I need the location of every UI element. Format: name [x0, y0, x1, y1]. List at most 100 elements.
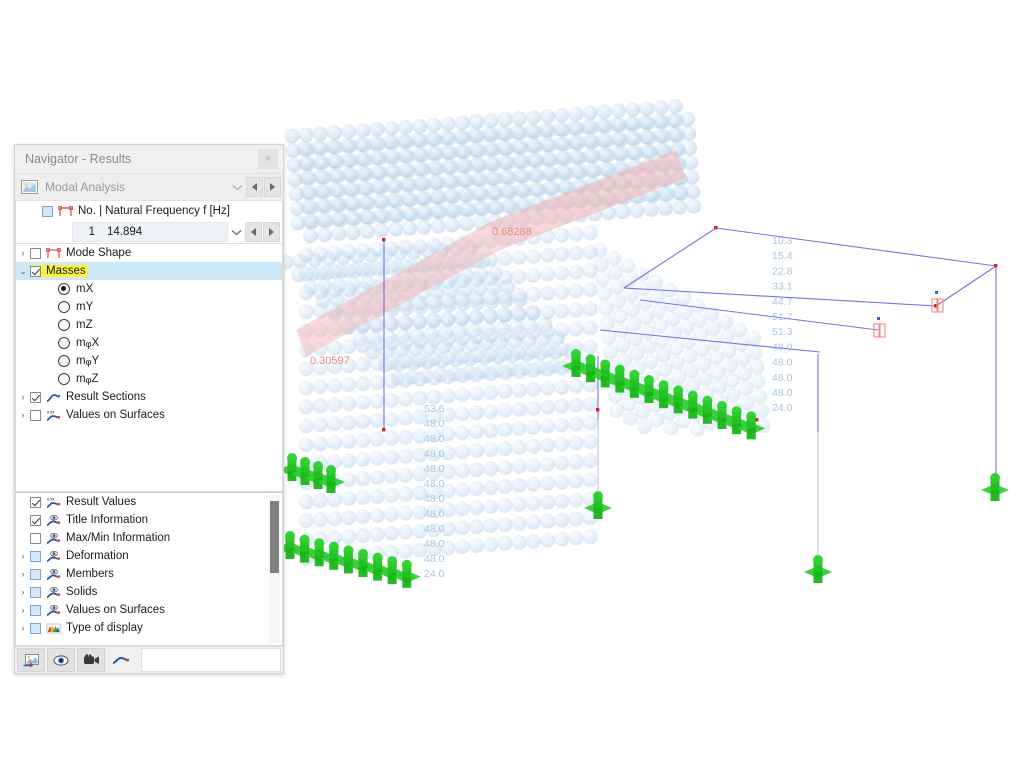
tree-item-mx[interactable]: mX	[16, 280, 282, 298]
checkbox-values-on-surfaces-2[interactable]	[30, 604, 41, 616]
checkbox-members[interactable]	[30, 568, 41, 580]
value-label: 48.0	[424, 508, 445, 520]
diagram-icon[interactable]	[107, 648, 135, 672]
tree-item-mphiz[interactable]: mφZ	[16, 370, 282, 388]
tree-item-label: Solids	[66, 586, 98, 598]
checkbox-mode-shape[interactable]	[30, 247, 41, 259]
next-case-button[interactable]	[264, 177, 281, 197]
radio-mphix[interactable]	[58, 337, 70, 349]
tree-item-result-values[interactable]: x.xx Result Values	[16, 493, 282, 511]
expander-icon[interactable]: ›	[16, 410, 30, 420]
tree-item-values-on-surfaces[interactable]: › x.xx Values on Surfaces	[16, 406, 282, 424]
tree-item-mode-shape[interactable]: › Mode Shape	[16, 244, 282, 262]
value-label: 44.7	[772, 296, 793, 308]
radio-mx[interactable]	[58, 283, 70, 295]
close-icon[interactable]: ×	[258, 149, 278, 169]
expander-icon[interactable]: ›	[16, 392, 30, 402]
tree-item-members[interactable]: › Members	[16, 565, 282, 583]
next-mode-button[interactable]	[263, 222, 280, 242]
frequency-header-checkbox[interactable]	[42, 205, 53, 217]
checkbox-masses[interactable]	[30, 265, 41, 277]
load-case-selector[interactable]: Modal Analysis	[15, 173, 283, 201]
checkbox-result-sections[interactable]	[30, 391, 41, 403]
frequency-header-label: No. | Natural Frequency f [Hz]	[78, 205, 230, 217]
value-label: 24.0	[424, 568, 445, 580]
navigator-results-panel[interactable]: Navigator - Results × Modal Analysis No.…	[14, 144, 284, 674]
tree-item-core: mφZ	[58, 373, 98, 385]
value-label: 48.0	[424, 448, 445, 460]
tree-scrollbar[interactable]	[269, 495, 280, 643]
checkbox-result-values[interactable]	[30, 496, 41, 508]
tree-item-core: mY	[58, 301, 93, 313]
svg-text:x.xx: x.xx	[47, 409, 55, 414]
tree-item-masses[interactable]: ⌄ Masses	[16, 262, 282, 280]
tree-item-values-on-surfaces-2[interactable]: › Values on Surfaces	[16, 601, 282, 619]
frequency-nav[interactable]	[228, 222, 280, 242]
expander-icon[interactable]: ›	[16, 248, 30, 258]
results-image-icon[interactable]	[17, 648, 45, 672]
checkbox-deformation[interactable]	[30, 550, 41, 562]
expander-icon[interactable]: ›	[16, 551, 30, 561]
radio-mphiz[interactable]	[58, 373, 70, 385]
eye-diagram-icon	[46, 604, 61, 616]
expander-icon[interactable]: ⌄	[16, 266, 30, 277]
tree-item-core: x.xx Result Values	[30, 496, 136, 509]
value-label: 48.0	[424, 553, 445, 565]
tree-item-type-of-display[interactable]: › Type of display	[16, 619, 282, 637]
tree-item-label: Type of display	[66, 622, 143, 634]
results-tree[interactable]: › Mode Shape ⌄ Masses mX mY mZ mφX mφY mφZ › Result…	[15, 243, 283, 492]
tree-item-solids[interactable]: › Solids	[16, 583, 282, 601]
expander-icon[interactable]: ›	[16, 569, 30, 579]
value-label: 48.0	[772, 387, 793, 399]
value-label: 24.0	[772, 402, 793, 414]
checkbox-type-of-display[interactable]	[30, 622, 41, 634]
camera-icon[interactable]	[77, 648, 105, 672]
tree-item-my[interactable]: mY	[16, 298, 282, 316]
tree-item-mz[interactable]: mZ	[16, 316, 282, 334]
chevron-down-icon[interactable]	[229, 178, 245, 196]
checkbox-values-on-surfaces[interactable]	[30, 409, 41, 421]
modal-analysis-icon	[21, 179, 38, 194]
eye-diagram-icon	[46, 586, 61, 598]
radio-mz[interactable]	[58, 319, 70, 331]
tree-item-label: mZ	[76, 319, 93, 331]
value-label: 51.3	[772, 326, 793, 338]
navigator-toolbar[interactable]	[15, 646, 283, 673]
tree-item-max-min-information[interactable]: Max/Min Information	[16, 529, 282, 547]
frequency-value-row[interactable]: 1 14.894	[16, 221, 282, 243]
load-case-nav[interactable]	[229, 177, 281, 197]
eye-diagram-icon	[46, 550, 61, 562]
svg-text:x.xx: x.xx	[47, 496, 55, 501]
prev-case-button[interactable]	[246, 177, 263, 197]
drop-lines	[597, 420, 819, 566]
expander-icon[interactable]: ›	[16, 605, 30, 615]
expander-icon[interactable]: ›	[16, 587, 30, 597]
display-options-tree[interactable]: x.xx Result Values Title Information Max/Mi…	[15, 492, 283, 646]
tree-item-label: Max/Min Information	[66, 532, 171, 544]
checkbox-solids[interactable]	[30, 586, 41, 598]
frequency-header-row[interactable]: No. | Natural Frequency f [Hz]	[16, 201, 282, 221]
checkbox-max-min-information[interactable]	[30, 532, 41, 544]
value-label: 48.0	[772, 372, 793, 384]
value-label: 15.4	[772, 250, 793, 262]
expander-icon[interactable]: ›	[16, 623, 30, 633]
tree-item-mphix[interactable]: mφX	[16, 334, 282, 352]
value-label: 51.7	[772, 311, 793, 323]
section-line-icon	[46, 393, 61, 402]
checkbox-title-information[interactable]	[30, 514, 41, 526]
eye-icon[interactable]	[47, 648, 75, 672]
load-case-label: Modal Analysis	[45, 180, 126, 194]
eye-diagram-icon	[46, 514, 61, 526]
tree-item-title-information[interactable]: Title Information	[16, 511, 282, 529]
scrollbar-thumb[interactable]	[270, 501, 279, 573]
prev-mode-button[interactable]	[245, 222, 262, 242]
tree-item-core: Masses	[30, 265, 88, 277]
chevron-down-icon[interactable]	[228, 223, 244, 241]
tree-item-mphiy[interactable]: mφY	[16, 352, 282, 370]
value-label: 48.0	[424, 418, 445, 430]
tree-item-result-sections[interactable]: › Result Sections	[16, 388, 282, 406]
radio-mphiy[interactable]	[58, 355, 70, 367]
radio-my[interactable]	[58, 301, 70, 313]
tree-item-deformation[interactable]: › Deformation	[16, 547, 282, 565]
tree-item-label: Mode Shape	[66, 247, 132, 259]
